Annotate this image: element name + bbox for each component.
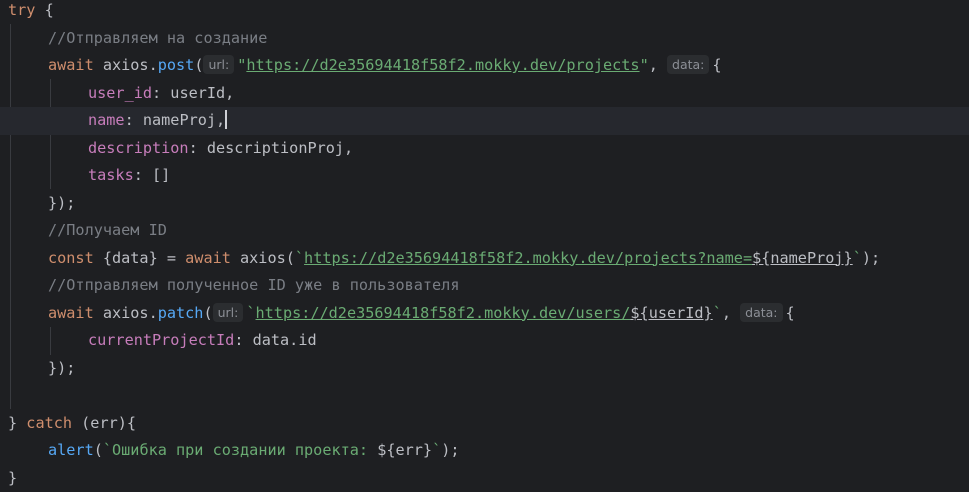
keyword-await: await — [48, 303, 94, 322]
property: name — [88, 111, 125, 129]
code-line-17[interactable]: alert(`Ошибка при создании проекта: ${er… — [0, 437, 969, 465]
keyword-catch: catch — [26, 413, 73, 432]
property: tasks — [88, 166, 134, 184]
code-line-5[interactable]: name: nameProj, — [0, 107, 969, 135]
param-hint-url: url: — [203, 55, 235, 74]
text-caret — [225, 110, 227, 129]
text: { — [35, 1, 54, 19]
text: }); — [48, 358, 76, 377]
text: ( — [194, 56, 204, 74]
param-hint-data: data: — [667, 55, 710, 74]
template-tick: ` — [712, 303, 722, 322]
text: { — [785, 303, 795, 322]
text: { — [712, 56, 722, 74]
text: }); — [48, 193, 76, 212]
code-line-6[interactable]: description: descriptionProj, — [0, 135, 969, 163]
comment: //Отправляем полученное ID уже в пользов… — [48, 276, 460, 294]
code-line-8[interactable]: }); — [0, 190, 969, 218]
template-tick: ` — [294, 248, 305, 267]
text: : nameProj, — [124, 111, 226, 129]
text: ); — [441, 441, 460, 459]
text: axios. — [93, 303, 158, 322]
text: : [] — [133, 166, 171, 184]
function-patch: patch — [157, 303, 204, 322]
code-line-12[interactable]: await axios.patch(url: `https://d2e356944… — [0, 300, 969, 328]
template-tick: ` — [852, 248, 862, 267]
text: , — [648, 56, 668, 74]
text: : data.id — [234, 331, 317, 349]
property: currentProjectId — [88, 331, 235, 349]
code-line-1[interactable]: try { — [0, 0, 969, 25]
param-hint-url: url: — [212, 302, 244, 322]
code-line-10[interactable]: const {data} = await axios(`https://d2e3… — [0, 245, 969, 273]
template-interpolation: ${userId} — [630, 303, 713, 322]
string: `Ошибка при создании проекта: — [102, 441, 378, 459]
text: ); — [861, 248, 881, 267]
param-hint-data: data: — [740, 302, 783, 322]
code-line-13[interactable]: currentProjectId: data.id — [0, 327, 969, 355]
text: ( — [203, 303, 213, 322]
code-line-16[interactable]: } catch (err){ — [0, 410, 969, 438]
code-line-18[interactable]: } — [0, 465, 969, 492]
code-line-4[interactable]: user_id: userId, — [0, 80, 969, 108]
template-interpolation: ${err} — [377, 441, 433, 459]
keyword-try: try — [8, 1, 36, 19]
code-line-2[interactable]: //Отправляем на создание — [0, 25, 969, 53]
text: : descriptionProj, — [188, 138, 354, 157]
text: axios( — [230, 248, 295, 267]
comment: //Получаем ID — [48, 221, 167, 239]
string-quote: " — [639, 56, 649, 74]
function-alert: alert — [48, 441, 94, 459]
text: , — [721, 303, 741, 322]
property: description — [88, 138, 189, 157]
comment: //Отправляем на создание — [48, 28, 268, 47]
text: : userId, — [152, 83, 235, 102]
template-interpolation: ${nameProj} — [752, 248, 853, 267]
code-line-7[interactable]: tasks: [] — [0, 162, 969, 190]
code-line-9[interactable]: //Получаем ID — [0, 217, 969, 245]
string-quote: " — [237, 56, 247, 74]
url-link[interactable]: https://d2e35694418f58f2.mokky.dev/proje… — [246, 56, 639, 74]
keyword-await: await — [185, 248, 231, 267]
text: (err){ — [72, 413, 137, 432]
text: ( — [93, 441, 103, 459]
function-post: post — [157, 56, 195, 74]
code-editor[interactable]: try { //Отправляем на создание await axi… — [0, 0, 969, 492]
url-link[interactable]: https://d2e35694418f58f2.mokky.dev/users… — [256, 304, 631, 322]
url-link[interactable]: https://d2e35694418f58f2.mokky.dev/proje… — [304, 249, 752, 267]
code-line-3[interactable]: await axios.post(url: "https://d2e3569441… — [0, 52, 969, 80]
keyword-await: await — [48, 56, 94, 74]
code-line-11[interactable]: //Отправляем полученное ID уже в пользов… — [0, 272, 969, 300]
property: user_id — [88, 83, 153, 102]
text: axios. — [93, 56, 158, 74]
code-line-14[interactable]: }); — [0, 355, 969, 383]
text: } — [8, 468, 18, 487]
string: ` — [432, 441, 442, 459]
template-tick: ` — [246, 303, 256, 322]
keyword-const: const — [48, 248, 94, 267]
text: } — [8, 413, 27, 432]
text: {data} = — [93, 248, 186, 267]
